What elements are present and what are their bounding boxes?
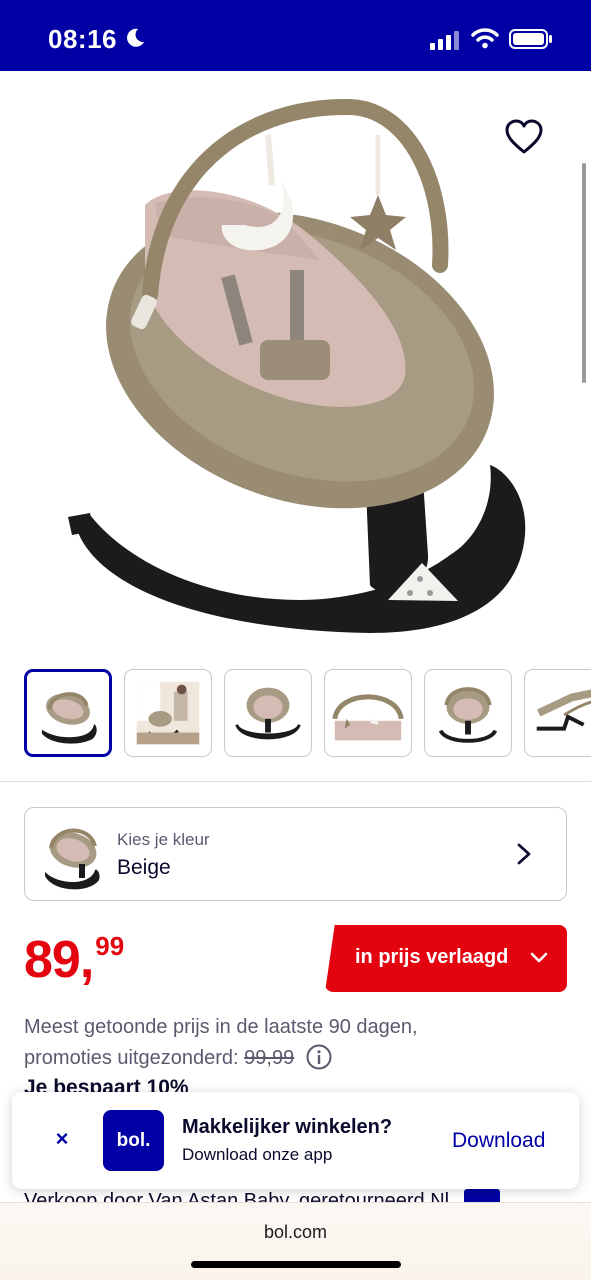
banner-subtitle: Download onze app bbox=[182, 1145, 333, 1164]
price-integer: 89 bbox=[24, 931, 81, 989]
status-time: 08:16 bbox=[48, 24, 117, 54]
price-note-line2: promoties uitgezonderd: bbox=[24, 1047, 239, 1069]
chevron-down-icon bbox=[530, 952, 548, 963]
price-note-line1: Meest getoonde prijs in de laatste 90 da… bbox=[24, 1016, 418, 1038]
price-note: Meest getoonde prijs in de laatste 90 da… bbox=[24, 1012, 564, 1074]
color-label: Kies je kleur bbox=[117, 830, 210, 849]
status-bar: 08:16 bbox=[0, 0, 591, 71]
price-decimals: 99 bbox=[95, 931, 125, 961]
wifi-icon bbox=[471, 28, 499, 49]
seller-badge bbox=[464, 1189, 500, 1202]
thumbnail-1[interactable] bbox=[24, 669, 112, 757]
section-divider bbox=[0, 781, 591, 782]
chevron-right-icon bbox=[517, 843, 531, 865]
moon-icon bbox=[127, 28, 144, 47]
price: 89,99 bbox=[24, 930, 124, 990]
address-url[interactable]: bol.com bbox=[0, 1222, 591, 1243]
color-thumbnail bbox=[45, 828, 100, 890]
favorite-heart-icon[interactable] bbox=[503, 117, 545, 157]
color-value: Beige bbox=[117, 856, 171, 879]
thumbnail-4[interactable] bbox=[324, 669, 412, 757]
price-badge-label: in prijs verlaagd bbox=[355, 946, 509, 968]
thumbnail-6[interactable] bbox=[524, 669, 591, 757]
seller-peek-text: Verkoop door Van Astan Baby, geretournee… bbox=[24, 1190, 450, 1202]
app-download-banner: × bol. Makkelijker winkelen? Download on… bbox=[12, 1092, 579, 1189]
image-scroll-indicator bbox=[582, 163, 586, 383]
info-icon[interactable] bbox=[306, 1044, 332, 1070]
close-icon[interactable]: × bbox=[50, 1127, 74, 1151]
price-reduced-badge[interactable]: in prijs verlaagd bbox=[325, 925, 567, 992]
thumbnail-2[interactable] bbox=[124, 669, 212, 757]
download-button[interactable]: Download bbox=[452, 1129, 545, 1153]
product-image[interactable] bbox=[50, 85, 540, 645]
price-comma: , bbox=[79, 931, 95, 989]
battery-icon bbox=[509, 29, 552, 49]
banner-title: Makkelijker winkelen? bbox=[182, 1116, 393, 1138]
thumbnail-3[interactable] bbox=[224, 669, 312, 757]
thumbnail-strip bbox=[24, 669, 591, 757]
color-selector[interactable]: Kies je kleur Beige bbox=[24, 807, 567, 901]
browser-address-bar[interactable]: bol.com bbox=[0, 1202, 591, 1280]
home-indicator bbox=[191, 1261, 401, 1268]
thumbnail-5[interactable] bbox=[424, 669, 512, 757]
signal-icon bbox=[430, 31, 459, 50]
old-price: 99,99 bbox=[244, 1047, 295, 1069]
app-logo: bol. bbox=[103, 1110, 164, 1171]
product-page: 08:16 Kies je kleur Beige 89,99 in prijs… bbox=[0, 0, 591, 1280]
